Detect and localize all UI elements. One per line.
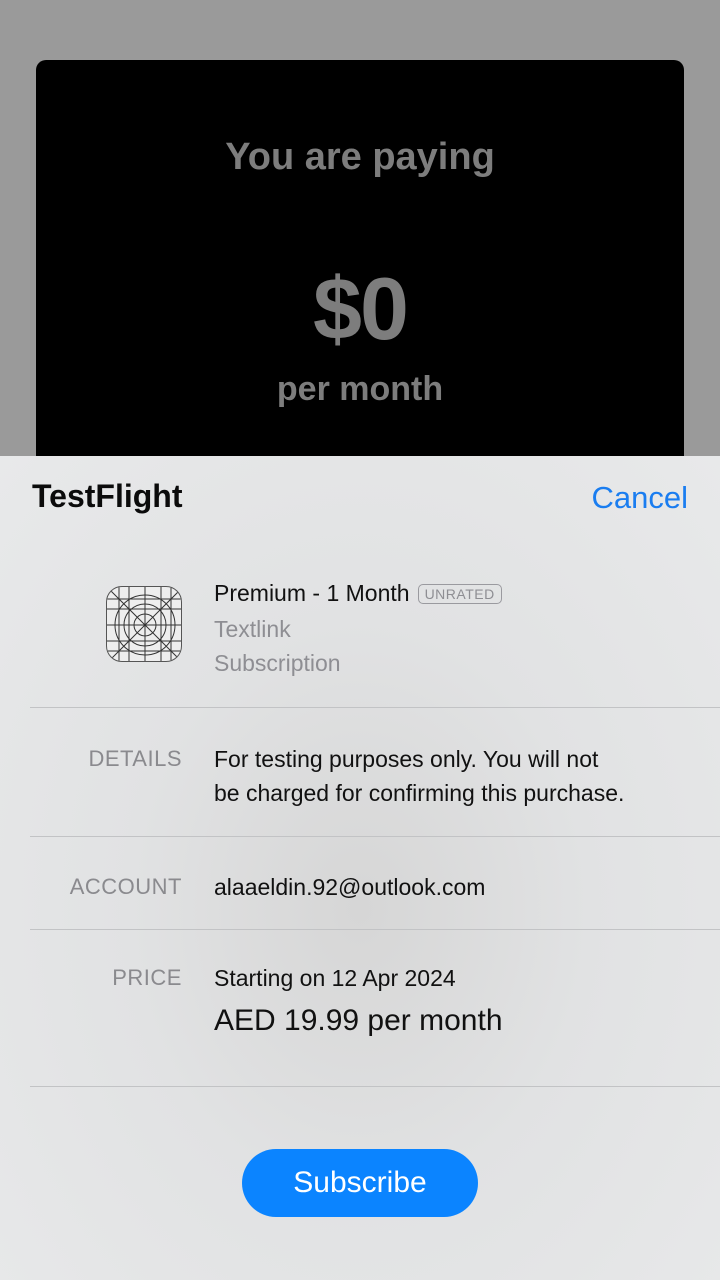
divider (30, 1086, 720, 1087)
details-value: For testing purposes only. You will not … (214, 742, 624, 810)
rating-badge: UNRATED (417, 583, 502, 604)
sheet-title: TestFlight (32, 478, 183, 514)
details-line-1: For testing purposes only. You will not (214, 746, 599, 772)
paywall-amount: $0 (313, 259, 409, 358)
product-name: Premium - 1 Month (214, 580, 410, 606)
account-label: ACCOUNT (69, 874, 182, 899)
product-line: Premium - 1 Month UNRATED (214, 580, 502, 607)
subscribe-button[interactable]: Subscribe (242, 1149, 478, 1217)
price-start: Starting on 12 Apr 2024 (214, 965, 456, 991)
divider (30, 707, 720, 708)
purchase-sheet: TestFlight Cancel Premium - 1 Month UNRA… (0, 456, 720, 1280)
item-type: Subscription (214, 650, 341, 676)
cancel-button[interactable]: Cancel (592, 480, 689, 516)
account-value: alaaeldin.92@outlook.com (214, 874, 486, 900)
app-placeholder-icon (106, 586, 182, 662)
details-line-2: be charged for confirming this purchase. (214, 780, 625, 806)
divider (30, 929, 720, 930)
details-label: DETAILS (88, 746, 182, 771)
price-label: PRICE (112, 965, 182, 990)
divider (30, 836, 720, 837)
app-name: Textlink (214, 616, 291, 642)
paywall-title: You are paying (225, 136, 495, 178)
price-amount: AED 19.99 per month (214, 1004, 503, 1037)
paywall-period: per month (276, 370, 444, 408)
